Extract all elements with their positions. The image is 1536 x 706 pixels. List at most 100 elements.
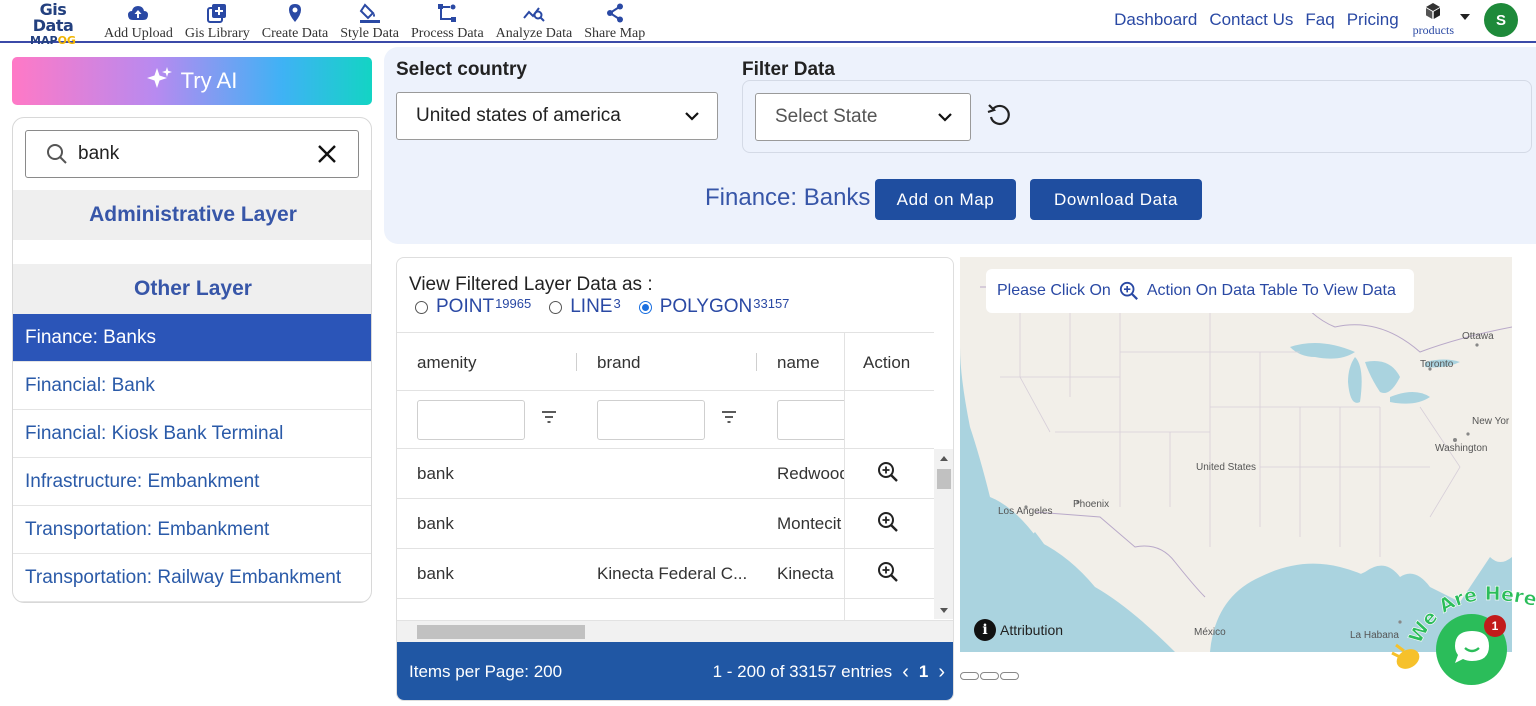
cube-icon — [1424, 2, 1442, 25]
nav-process-data[interactable]: Process Data — [407, 2, 492, 42]
filter-data-label: Filter Data — [742, 59, 835, 80]
reset-icon[interactable] — [987, 103, 1013, 132]
current-page[interactable]: 1 — [919, 662, 928, 682]
nav-label: Process Data — [410, 26, 484, 41]
map-label-washington: Washington — [1435, 443, 1488, 454]
table-row[interactable]: bank Redwood — [397, 449, 934, 499]
map-label-toronto: Toronto — [1420, 359, 1454, 370]
column-resizer[interactable] — [576, 353, 577, 371]
radio-point[interactable]: POINT 19965 — [415, 296, 531, 318]
nav-style-data[interactable]: Style Data — [336, 2, 407, 42]
column-header-name[interactable]: name — [777, 333, 820, 392]
cell-brand: Kinecta Federal C... — [597, 564, 747, 583]
list-item[interactable]: Transportation: Railway Embankment — [13, 554, 371, 602]
map-instruction: Please Click On Action On Data Table To … — [986, 269, 1414, 313]
filter-icon[interactable] — [722, 410, 736, 428]
administrative-layer-header[interactable]: Administrative Layer — [13, 190, 371, 240]
list-item[interactable]: Transportation: Embankment — [13, 506, 371, 554]
column-resizer[interactable] — [756, 353, 757, 371]
logo[interactable]: Gis Data MAPOG — [18, 2, 88, 47]
map-instruction-before: Please Click On — [997, 282, 1111, 299]
zoom-in-icon — [1119, 281, 1139, 301]
table-vertical-scrollbar[interactable] — [934, 449, 953, 619]
dashboard-link[interactable]: Dashboard — [1114, 10, 1197, 30]
close-icon[interactable] — [318, 145, 336, 163]
zoom-in-icon[interactable] — [877, 561, 899, 588]
filter-panel: Select country United states of america … — [384, 47, 1536, 244]
nav-label: Style Data — [340, 26, 399, 41]
download-data-button[interactable]: Download Data — [1030, 179, 1202, 220]
cell-brand — [597, 499, 747, 549]
cell-amenity: bank — [417, 564, 454, 583]
info-icon[interactable]: i — [974, 619, 996, 641]
name-filter-input[interactable] — [777, 400, 844, 440]
radio-circle-selected[interactable] — [638, 300, 652, 314]
entries-range: 1 - 200 of 33157 entries — [712, 662, 893, 681]
nav-analyze-data[interactable]: Analyze Data — [492, 2, 581, 42]
chevron-down-icon[interactable] — [1460, 14, 1470, 20]
nav-add-upload[interactable]: Add Upload — [100, 2, 181, 42]
faq-link[interactable]: Faq — [1305, 10, 1334, 30]
add-on-map-button[interactable]: Add on Map — [875, 179, 1016, 220]
list-item[interactable]: Financial: Kiosk Bank Terminal — [13, 410, 371, 458]
list-item[interactable]: Finance: Banks — [13, 314, 371, 362]
layer-search-input[interactable]: bank — [25, 130, 359, 178]
column-header-brand[interactable]: brand — [597, 333, 640, 392]
brand-filter-input[interactable] — [597, 400, 705, 440]
map-label-los-angeles: Los Angeles — [998, 506, 1053, 517]
map-attribution[interactable]: i Attribution — [974, 619, 1063, 641]
table-row[interactable]: bank Kinecta Federal C... Kinecta — [397, 549, 934, 599]
try-ai-button[interactable]: Try AI — [12, 57, 372, 105]
nav-create-data[interactable]: Create Data — [258, 2, 336, 42]
avatar[interactable]: S — [1484, 3, 1518, 37]
list-item[interactable]: Infrastructure: Embankment — [13, 458, 371, 506]
column-header-action: Action — [863, 352, 911, 372]
search-icon — [46, 143, 68, 165]
map-resize-handle[interactable] — [960, 672, 1019, 680]
column-header-amenity[interactable]: amenity — [417, 333, 477, 392]
table-filter-row — [397, 391, 934, 449]
nav-label: Analyze Data — [495, 26, 573, 41]
scrollbar-thumb[interactable] — [417, 625, 585, 639]
chevron-right-icon[interactable]: › — [938, 661, 945, 684]
products-menu[interactable]: products — [1413, 2, 1454, 38]
nav-share-map[interactable]: Share Map — [580, 2, 653, 42]
list-item[interactable]: Financial: Bank — [13, 362, 371, 410]
scroll-up-icon[interactable] — [940, 456, 948, 461]
table-horizontal-scrollbar[interactable] — [397, 620, 953, 642]
country-select[interactable]: United states of america — [396, 92, 718, 140]
radio-circle[interactable] — [415, 300, 428, 314]
table-header: amenity brand name Action — [397, 332, 934, 391]
handle-dot — [1000, 672, 1019, 680]
library-add-icon — [207, 2, 227, 24]
notification-badge: 1 — [1484, 615, 1506, 637]
state-select[interactable]: Select State — [755, 93, 971, 141]
items-per-page[interactable]: Items per Page: 200 — [409, 662, 562, 682]
radio-circle[interactable] — [549, 300, 563, 314]
map-label-phoenix: Phoenix — [1073, 499, 1110, 510]
zoom-in-icon[interactable] — [877, 511, 899, 538]
logo-map: MAP — [30, 34, 58, 47]
pricing-link[interactable]: Pricing — [1347, 10, 1399, 30]
radio-polygon[interactable]: POLYGON 33157 — [638, 296, 789, 318]
zoom-in-icon[interactable] — [877, 461, 899, 488]
cell-name: Montecit — [777, 514, 842, 533]
amenity-filter-input[interactable] — [417, 400, 525, 440]
nav-gis-library[interactable]: Gis Library — [181, 2, 258, 42]
main-nav: Add Upload Gis Library Create Data Style… — [100, 2, 653, 42]
search-value[interactable]: bank — [78, 143, 318, 165]
scroll-down-icon[interactable] — [940, 608, 948, 613]
radio-count: 3 — [613, 295, 621, 311]
geometry-radio-group: POINT 19965 LINE 3 POLYGON 33157 — [415, 296, 807, 318]
table-row[interactable]: bank Montecit — [397, 499, 934, 549]
radio-count: 19965 — [495, 295, 532, 311]
filter-icon[interactable] — [542, 410, 556, 428]
chevron-left-icon[interactable]: ‹ — [902, 661, 909, 684]
radio-line[interactable]: LINE 3 — [549, 295, 621, 318]
contact-us-link[interactable]: Contact Us — [1209, 10, 1293, 30]
other-layer-header[interactable]: Other Layer — [13, 264, 371, 314]
chevron-down-icon — [685, 105, 699, 127]
products-label: products — [1412, 23, 1454, 37]
layer-panel: bank Administrative Layer Other Layer Fi… — [12, 117, 372, 603]
scrollbar-thumb[interactable] — [937, 469, 951, 489]
